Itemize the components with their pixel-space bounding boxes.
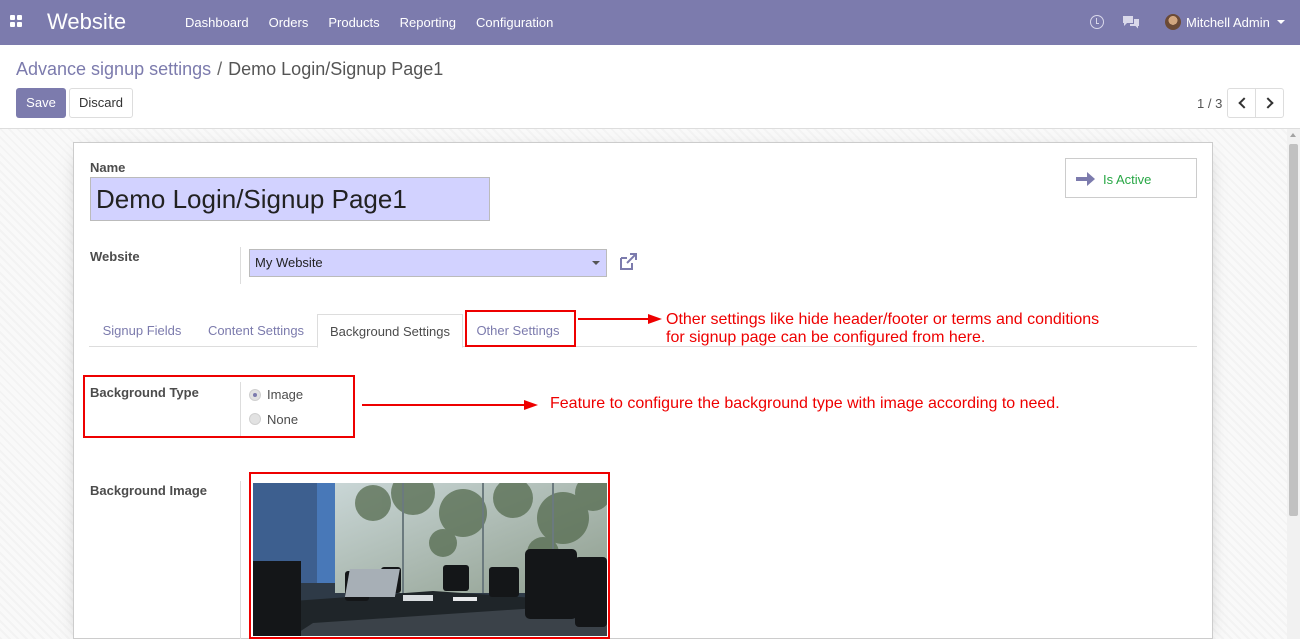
scrollbar-thumb[interactable] (1289, 144, 1298, 516)
tab-signup-fields[interactable]: Signup Fields (89, 314, 195, 347)
annotation-background-type: Feature to configure the background type… (550, 395, 1060, 412)
menu-orders[interactable]: Orders (259, 0, 319, 45)
caret-down-icon (592, 261, 600, 265)
arrow-right-icon (524, 400, 538, 410)
apps-menu-icon[interactable] (10, 15, 24, 29)
arrow-right-icon (648, 314, 662, 324)
scroll-up-arrow-icon[interactable] (1290, 133, 1296, 137)
website-select[interactable]: My Website (249, 249, 607, 277)
field-divider (240, 247, 241, 284)
annotation-arrow-line (362, 404, 526, 406)
chevron-left-icon (1238, 97, 1250, 109)
menu-products[interactable]: Products (318, 0, 389, 45)
caret-down-icon (1276, 20, 1285, 24)
avatar (1165, 14, 1181, 30)
annotation-line-2: for signup page can be configured from h… (666, 329, 986, 346)
external-link-icon[interactable] (618, 252, 638, 272)
app-title[interactable]: Website (47, 9, 126, 35)
is-active-label: Is Active (1103, 172, 1152, 187)
pager-value[interactable]: 1 / 3 (1197, 96, 1222, 111)
breadcrumb-parent[interactable]: Advance signup settings (16, 59, 211, 79)
save-button[interactable]: Save (16, 88, 66, 118)
website-select-value: My Website (255, 255, 323, 270)
chevron-right-icon (1262, 97, 1274, 109)
breadcrumb-current: Demo Login/Signup Page1 (228, 59, 444, 79)
chat-bubbles-icon[interactable] (1122, 15, 1140, 29)
field-divider (240, 481, 241, 639)
activity-clock-icon[interactable] (1090, 15, 1104, 29)
highlight-background-type (83, 375, 355, 438)
annotation-arrow-line (578, 318, 650, 320)
menu-configuration[interactable]: Configuration (466, 0, 563, 45)
menu-reporting[interactable]: Reporting (390, 0, 466, 45)
user-name: Mitchell Admin (1186, 14, 1270, 30)
breadcrumb: Advance signup settings / Demo Login/Signu… (16, 59, 443, 80)
pager-next-button[interactable] (1255, 88, 1284, 118)
main-menu: Dashboard Orders Products Reporting Conf… (175, 0, 563, 45)
menu-dashboard[interactable]: Dashboard (175, 0, 259, 45)
top-navbar: Website Dashboard Orders Products Report… (0, 0, 1300, 45)
highlight-background-image (249, 472, 610, 639)
background-image-label: Background Image (90, 483, 208, 498)
user-menu[interactable]: Mitchell Admin (1165, 13, 1285, 31)
website-label: Website (90, 249, 140, 264)
name-input[interactable]: Demo Login/Signup Page1 (90, 177, 490, 221)
tab-background-settings[interactable]: Background Settings (317, 314, 463, 348)
discard-button[interactable]: Discard (69, 88, 133, 118)
pager-previous-button[interactable] (1227, 88, 1256, 118)
highlight-other-settings (465, 310, 576, 347)
is-active-button[interactable]: Is Active (1065, 158, 1197, 198)
arrow-right-icon (1076, 172, 1095, 186)
annotation-line-1: Other settings like hide header/footer o… (666, 311, 1100, 328)
vertical-scrollbar[interactable] (1287, 129, 1300, 639)
breadcrumb-separator: / (217, 59, 223, 79)
tab-content-settings[interactable]: Content Settings (195, 314, 317, 347)
annotation-other-settings: Other settings like hide header/footer o… (666, 311, 1099, 347)
name-label: Name (90, 160, 126, 175)
